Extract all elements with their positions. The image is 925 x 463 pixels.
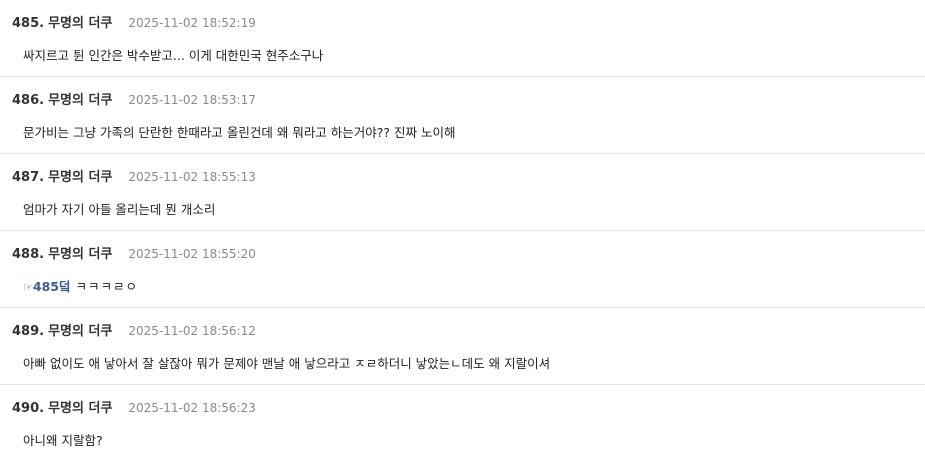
comment-header: 488. 무명의 더쿠 2025-11-02 18:55:20 (12, 243, 256, 262)
comment-author: 무명의 더쿠 (48, 324, 113, 339)
comment-author: 무명의 더쿠 (48, 170, 113, 185)
comment-header: 489. 무명의 더쿠 2025-11-02 18:56:12 (12, 320, 256, 339)
comment-486: 486. 무명의 더쿠 2025-11-02 18:53:17 문가비는 그냥 … (0, 77, 925, 154)
comment-488: 488. 무명의 더쿠 2025-11-02 18:55:20 ☞485덬 ㅋㅋㅋ… (0, 231, 925, 308)
comment-body: ☞485덬 ㅋㅋㅋㄹㅇ (23, 276, 138, 295)
comment-timestamp: 2025-11-02 18:53:17 (128, 93, 256, 107)
comment-header: 485. 무명의 더쿠 2025-11-02 18:52:19 (12, 12, 256, 31)
comment-body: 아빠 없이도 애 낳아서 잘 살잖아 뭐가 문제야 맨날 애 낳으라고 ㅈㄹ하더… (23, 356, 551, 371)
comment-timestamp: 2025-11-02 18:56:23 (128, 401, 256, 415)
reply-text: ㅋㅋㅋㄹㅇ (75, 279, 138, 294)
pointing-hand-icon: ☞ (23, 281, 33, 294)
comment-number[interactable]: 487. (12, 170, 44, 185)
comment-header: 487. 무명의 더쿠 2025-11-02 18:55:13 (12, 166, 256, 185)
comment-485: 485. 무명의 더쿠 2025-11-02 18:52:19 싸지르고 튄 인… (0, 0, 925, 77)
comment-author: 무명의 더쿠 (48, 401, 113, 416)
comment-number[interactable]: 489. (12, 324, 44, 339)
comment-body: 아니왜 지랄함? (23, 433, 103, 448)
comment-body: 문가비는 그냥 가족의 단란한 한때라고 올린건데 왜 뭐라고 하는거야?? 진… (23, 125, 456, 140)
comment-timestamp: 2025-11-02 18:55:13 (128, 170, 256, 184)
comment-author: 무명의 더쿠 (48, 247, 113, 262)
comment-author: 무명의 더쿠 (48, 93, 113, 108)
comment-number[interactable]: 486. (12, 93, 44, 108)
comment-487: 487. 무명의 더쿠 2025-11-02 18:55:13 엄마가 자기 아… (0, 154, 925, 231)
comment-490: 490. 무명의 더쿠 2025-11-02 18:56:23 아니왜 지랄함? (0, 385, 925, 462)
comment-thread: 485. 무명의 더쿠 2025-11-02 18:52:19 싸지르고 튄 인… (0, 0, 925, 462)
reply-anchor-label: 485덬 (32, 279, 71, 294)
comment-body: 싸지르고 튄 인간은 박수받고... 이게 대한민국 현주소구나 (23, 48, 324, 63)
comment-timestamp: 2025-11-02 18:52:19 (128, 16, 256, 30)
comment-author: 무명의 더쿠 (48, 16, 113, 31)
comment-number[interactable]: 485. (12, 16, 44, 31)
comment-number[interactable]: 490. (12, 401, 44, 416)
comment-timestamp: 2025-11-02 18:55:20 (128, 247, 256, 261)
comment-header: 486. 무명의 더쿠 2025-11-02 18:53:17 (12, 89, 256, 108)
comment-489: 489. 무명의 더쿠 2025-11-02 18:56:12 아빠 없이도 애… (0, 308, 925, 385)
reply-anchor-link[interactable]: ☞485덬 (23, 279, 70, 294)
comment-body: 엄마가 자기 아들 올리는데 뭔 개소리 (23, 202, 216, 217)
comment-header: 490. 무명의 더쿠 2025-11-02 18:56:23 (12, 397, 256, 416)
comment-timestamp: 2025-11-02 18:56:12 (128, 324, 256, 338)
comment-number[interactable]: 488. (12, 247, 44, 262)
